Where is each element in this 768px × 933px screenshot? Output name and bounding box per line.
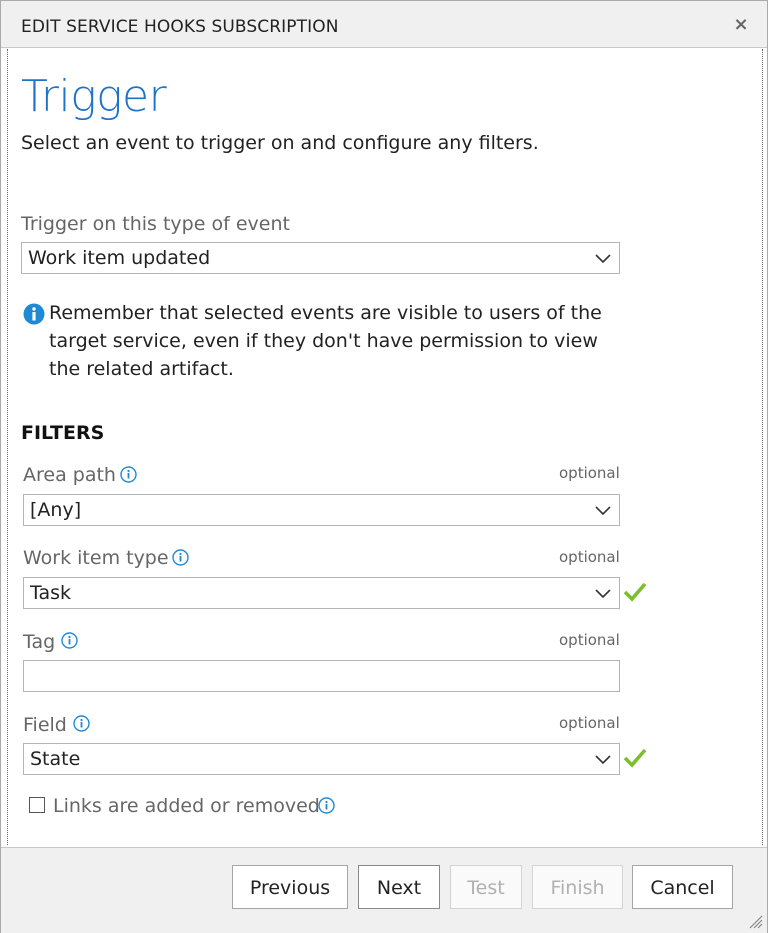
page-title: Trigger: [21, 71, 167, 122]
tag-label: Tag: [23, 631, 56, 653]
edit-service-hooks-dialog: EDIT SERVICE HOOKS SUBSCRIPTION × Trigge…: [0, 0, 768, 933]
valid-check-icon: [623, 582, 647, 602]
work-item-type-value: Task: [30, 582, 72, 604]
close-icon[interactable]: ×: [731, 15, 751, 35]
work-item-type-label: Work item type: [23, 547, 169, 569]
next-button[interactable]: Next: [358, 865, 440, 909]
dialog-content: [7, 49, 763, 845]
event-type-value: Work item updated: [28, 247, 211, 269]
dialog-title: EDIT SERVICE HOOKS SUBSCRIPTION: [21, 17, 339, 37]
valid-check-icon: [623, 748, 647, 768]
field-label: Field: [23, 714, 67, 736]
field-value: State: [30, 748, 81, 770]
tag-input[interactable]: [23, 660, 620, 692]
chevron-down-icon: [595, 254, 611, 264]
info-icon[interactable]: [318, 797, 335, 814]
links-checkbox[interactable]: [29, 797, 45, 813]
visibility-note: Remember that selected events are visibl…: [49, 302, 602, 380]
chevron-down-icon: [595, 589, 611, 599]
work-item-type-optional: optional: [559, 548, 620, 566]
resize-grip-icon[interactable]: [747, 913, 763, 929]
dialog-footer: Previous Next Test Finish Cancel: [1, 847, 767, 933]
event-type-select[interactable]: Work item updated: [21, 242, 620, 274]
area-path-value: [Any]: [30, 499, 82, 521]
work-item-type-select[interactable]: Task: [23, 577, 620, 609]
filters-heading: FILTERS: [21, 422, 105, 444]
area-path-optional: optional: [559, 464, 620, 482]
cancel-button[interactable]: Cancel: [632, 865, 733, 909]
area-path-label: Area path: [23, 464, 116, 486]
field-optional: optional: [559, 714, 620, 732]
finish-button[interactable]: Finish: [532, 865, 623, 909]
info-icon[interactable]: [61, 632, 78, 649]
info-icon: [23, 303, 45, 325]
info-icon[interactable]: [73, 715, 90, 732]
page-subtitle: Select an event to trigger on and config…: [21, 132, 539, 154]
chevron-down-icon: [595, 506, 611, 516]
links-checkbox-label: Links are added or removed: [53, 795, 320, 817]
chevron-down-icon: [595, 755, 611, 765]
test-button[interactable]: Test: [450, 865, 522, 909]
field-select[interactable]: State: [23, 743, 620, 775]
dialog-titlebar: EDIT SERVICE HOOKS SUBSCRIPTION ×: [1, 1, 767, 48]
event-type-label: Trigger on this type of event: [21, 213, 290, 235]
previous-button[interactable]: Previous: [232, 865, 348, 909]
info-icon[interactable]: [120, 466, 137, 483]
area-path-select[interactable]: [Any]: [23, 494, 620, 526]
tag-optional: optional: [559, 631, 620, 649]
info-icon[interactable]: [172, 549, 189, 566]
